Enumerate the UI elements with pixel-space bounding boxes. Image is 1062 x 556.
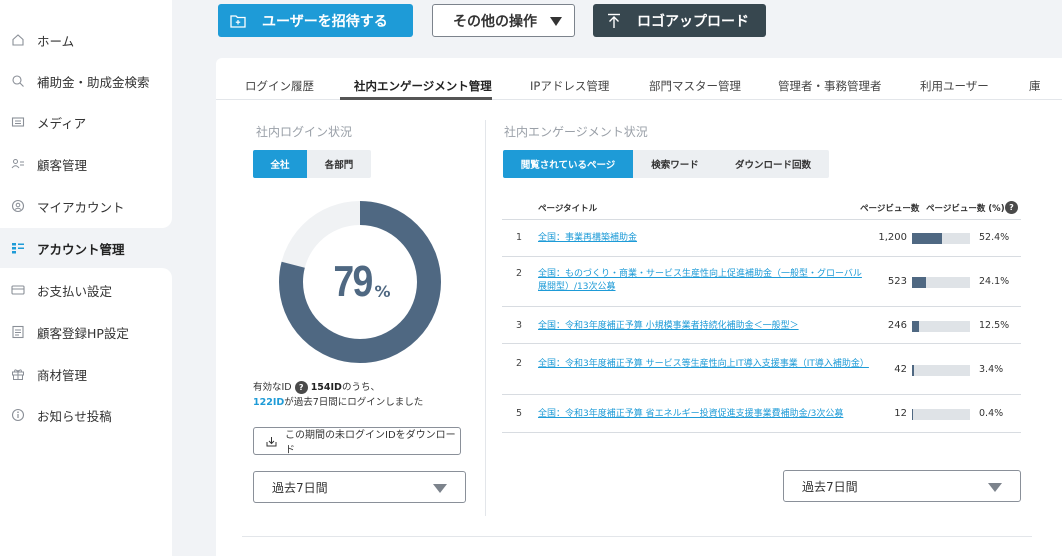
help-icon[interactable]: ? — [1005, 201, 1018, 214]
account-manage-icon — [10, 240, 26, 256]
login-percentage: 79% — [275, 197, 445, 367]
card-icon — [10, 282, 26, 298]
gift-icon — [10, 366, 26, 382]
active-tab-indicator — [340, 97, 492, 100]
page-link[interactable]: 全国：事業再構築補助金 — [538, 232, 868, 245]
sidebar-item-media[interactable]: メディア — [0, 102, 172, 142]
tab-overflow[interactable]: 庫 — [1029, 78, 1041, 94]
upload-icon — [607, 13, 621, 29]
pv-bar — [912, 321, 970, 332]
sidebar-item-home[interactable]: ホーム — [0, 20, 172, 60]
sidebar-item-news[interactable]: お知らせ投稿 — [0, 395, 172, 435]
sidebar-item-label: 顧客管理 — [37, 157, 88, 173]
logo-upload-button[interactable]: ロゴアップロード — [593, 4, 766, 37]
sidebar-item-payment[interactable]: お支払い設定 — [0, 270, 172, 310]
sidebar-item-account-management[interactable]: アカウント管理 — [0, 228, 172, 268]
tab-administrators[interactable]: 管理者・事務管理者 — [778, 78, 882, 94]
sidebar-item-label: 商材管理 — [37, 367, 88, 383]
pv-bar — [912, 365, 970, 376]
info-icon — [10, 407, 26, 423]
tab-ip-address[interactable]: IPアドレス管理 — [530, 78, 609, 94]
sidebar-item-label: お支払い設定 — [37, 283, 113, 299]
sidebar-item-label: お知らせ投稿 — [37, 408, 112, 424]
sidebar-item-search[interactable]: 補助金・助成金検索 — [0, 61, 172, 101]
page-link[interactable]: 全国：ものづくり・商業・サービス生産性向上促進補助金（一般型・グローバル展開型）… — [538, 268, 868, 294]
table-row: 3 全国：令和3年度補正予算 小規模事業者持続化補助金＜一般型＞ 246 12.… — [502, 307, 1021, 344]
view-search-words-button[interactable]: 検索ワード — [633, 150, 717, 178]
help-icon[interactable]: ? — [294, 381, 308, 394]
col-page-views: ページビュー数 — [860, 204, 920, 214]
sidebar-item-customer-hp[interactable]: 顧客登録HP設定 — [0, 312, 172, 352]
login-info-text: 有効なID ? 154IDのうち、 122IDが過去7日間にログインしました — [253, 381, 424, 408]
login-percentage-unit: % — [374, 281, 391, 301]
download-icon — [266, 436, 277, 447]
tab-engagement[interactable]: 社内エンゲージメント管理 — [354, 78, 492, 94]
page-link[interactable]: 全国：令和3年度補正予算 小規模事業者持続化補助金＜一般型＞ — [538, 320, 868, 333]
table-row: 2 全国：ものづくり・商業・サービス生産性向上促進補助金（一般型・グローバル展開… — [502, 257, 1021, 307]
sidebar: ホーム 補助金・助成金検索 メディア 顧客管理 マイアカウント アカウント管理 … — [0, 0, 172, 556]
pv-bar-fill — [912, 233, 943, 244]
view-pages-button[interactable]: 閲覧されているページ — [503, 150, 633, 178]
scope-all-button[interactable]: 全社 — [253, 150, 307, 178]
caret-down-icon — [550, 17, 562, 26]
tab-bar: ログイン履歴 社内エンゲージメント管理 IPアドレス管理 部門マスター管理 管理… — [216, 72, 1062, 100]
sidebar-item-label: アカウント管理 — [37, 241, 125, 257]
invite-user-button[interactable]: ユーザーを招待する — [218, 4, 413, 37]
engagement-view-toggle: 閲覧されているページ 検索ワード ダウンロード回数 — [503, 150, 829, 178]
search-icon — [10, 73, 26, 89]
pv-bar-fill — [912, 321, 920, 332]
pv-bar — [912, 277, 970, 288]
scope-department-button[interactable]: 各部門 — [307, 150, 371, 178]
customer-icon — [10, 156, 26, 172]
caret-down-icon — [988, 483, 1002, 492]
engagement-status-title: 社内エンゲージメント状況 — [504, 125, 648, 139]
home-icon — [10, 32, 26, 48]
sidebar-item-label: 顧客登録HP設定 — [37, 325, 129, 341]
table-header: ページタイトル ページビュー数 ページビュー数 (%) ? — [502, 198, 1021, 220]
table-row: 2 全国：令和3年度補正予算 サービス等生産性向上IT導入支援事業（IT導入補助… — [502, 344, 1021, 395]
login-percentage-value: 79 — [332, 257, 373, 306]
sidebar-item-label: マイアカウント — [37, 199, 125, 215]
pv-bar-fill — [912, 409, 913, 420]
view-downloads-button[interactable]: ダウンロード回数 — [717, 150, 829, 178]
login-scope-toggle: 全社 各部門 — [253, 150, 371, 178]
pv-bar — [912, 233, 970, 244]
user-circle-icon — [10, 198, 26, 214]
login-period-select[interactable]: 過去7日間 — [253, 471, 466, 503]
sidebar-item-my-account[interactable]: マイアカウント — [0, 186, 172, 226]
login-status-title: 社内ログイン状況 — [256, 125, 353, 139]
sidebar-item-label: ホーム — [37, 33, 75, 49]
sidebar-item-products[interactable]: 商材管理 — [0, 354, 172, 394]
document-icon — [10, 324, 26, 340]
sidebar-item-customers[interactable]: 顧客管理 — [0, 144, 172, 184]
col-page-views-pct: ページビュー数 (%) — [926, 204, 1005, 214]
folder-plus-icon — [230, 14, 246, 28]
pv-bar — [912, 409, 970, 420]
sidebar-item-label: メディア — [37, 115, 87, 131]
engagement-period-select[interactable]: 過去7日間 — [783, 470, 1021, 502]
pv-bar-fill — [912, 277, 926, 288]
section-divider — [485, 120, 486, 516]
col-page-title: ページタイトル — [538, 204, 598, 214]
pv-bar-fill — [912, 365, 914, 376]
other-actions-dropdown[interactable]: その他の操作 — [432, 4, 575, 37]
tab-login-history[interactable]: ログイン履歴 — [245, 78, 314, 94]
tab-users[interactable]: 利用ユーザー — [920, 78, 989, 94]
download-unlogged-ids-button[interactable]: この期間の未ログインIDをダウンロード — [253, 427, 461, 456]
page-link[interactable]: 全国：令和3年度補正予算 サービス等生産性向上IT導入支援事業（IT導入補助金） — [538, 358, 869, 371]
tab-department-master[interactable]: 部門マスター管理 — [649, 78, 741, 94]
media-icon — [10, 114, 26, 130]
sidebar-item-label: 補助金・助成金検索 — [37, 74, 150, 90]
table-row: 1 全国：事業再構築補助金 1,200 52.4% — [502, 220, 1021, 257]
caret-down-icon — [433, 484, 447, 493]
bottom-divider — [242, 536, 1032, 537]
table-row: 5 全国：令和3年度補正予算 省エネルギー投資促進支援事業費補助金/3次公募 1… — [502, 395, 1021, 433]
page-link[interactable]: 全国：令和3年度補正予算 省エネルギー投資促進支援事業費補助金/3次公募 — [538, 408, 868, 421]
main-card: ログイン履歴 社内エンゲージメント管理 IPアドレス管理 部門マスター管理 管理… — [216, 58, 1062, 556]
